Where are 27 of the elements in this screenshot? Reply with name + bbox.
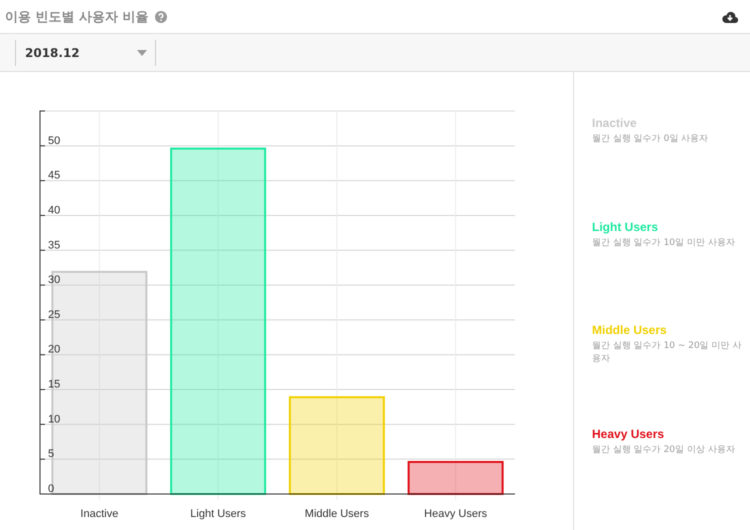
help-icon[interactable] [154, 10, 167, 22]
axis-tick-label: 30 [48, 274, 60, 286]
axis-tick-label: 35 [48, 239, 60, 252]
panel-title: 이용 빈도별 사용자 비율 [5, 8, 149, 26]
legend-title: Heavy Users [592, 426, 666, 440]
axis-tick-label: 15 [48, 378, 60, 391]
axis-tick-label: 50 [48, 134, 60, 147]
cloud-download-icon[interactable] [722, 10, 738, 22]
legend-title: Light Users [592, 220, 660, 234]
axis-tick-label: 0 [48, 483, 54, 495]
category-label: Inactive [80, 508, 118, 520]
period-dropdown[interactable]: 2018.12 [15, 40, 156, 66]
category-label: Heavy Users [424, 508, 488, 520]
legend-description: 월간 실행 일수가 10 ~ 20일 미만 사용자 [592, 340, 742, 366]
legend-description: 월간 실행 일수가 10일 미만 사용자 [592, 236, 736, 250]
axis-tick-label: 5 [48, 448, 54, 460]
caret-icon [137, 50, 147, 56]
axis-tick-label: 25 [48, 308, 60, 321]
category-label: Light Users [190, 508, 246, 520]
legend-description: 월간 실행 일수가 0일 사용자 [592, 133, 710, 146]
legend-title: Middle Users [592, 323, 668, 337]
axis-tick-label: 40 [48, 204, 60, 216]
legend-description: 월간 실행 일수가 20일 이상 사용자 [592, 444, 736, 456]
axis-tick-label: 20 [48, 344, 60, 356]
category-label: Middle Users [304, 508, 369, 520]
axis-tick-label: 45 [48, 170, 60, 182]
axis-tick-label: 10 [48, 413, 60, 426]
